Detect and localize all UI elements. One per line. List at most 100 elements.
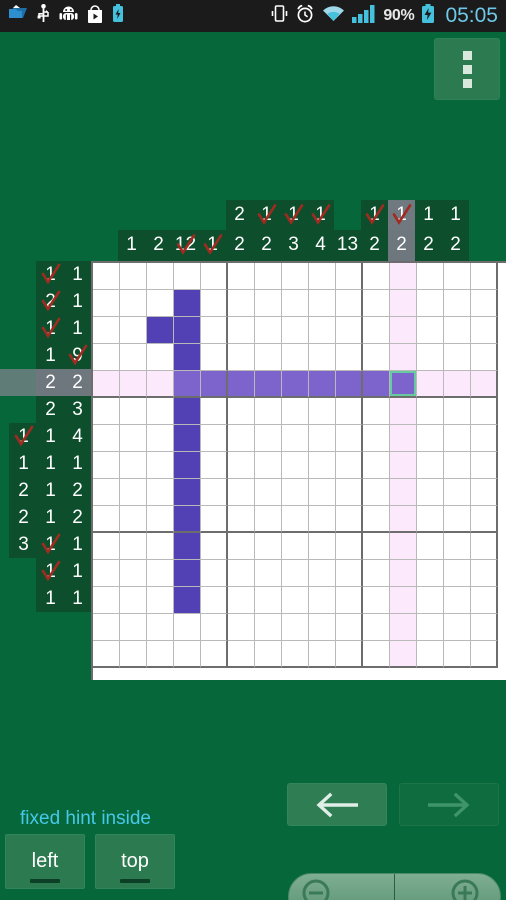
grid-cell[interactable] [417, 263, 444, 290]
grid-cell[interactable] [282, 587, 309, 614]
grid-cell[interactable] [147, 344, 174, 371]
grid-cell[interactable] [93, 560, 120, 587]
grid-cell[interactable] [390, 506, 417, 533]
grid-cell[interactable] [444, 533, 471, 560]
grid-cell[interactable] [336, 587, 363, 614]
grid-cell[interactable] [120, 452, 147, 479]
grid-cell[interactable] [255, 614, 282, 641]
grid-cell[interactable] [417, 452, 444, 479]
grid-cell[interactable] [309, 479, 336, 506]
grid-cell[interactable] [174, 263, 201, 290]
grid-cell[interactable] [417, 344, 444, 371]
grid-cell[interactable] [336, 371, 363, 398]
grid-cell[interactable] [417, 290, 444, 317]
grid-cell[interactable] [147, 587, 174, 614]
grid-cell[interactable] [471, 533, 498, 560]
row-hint[interactable]: 22 [0, 369, 91, 396]
grid-cell[interactable] [390, 641, 417, 668]
grid-cell[interactable] [201, 614, 228, 641]
grid-cell[interactable] [174, 425, 201, 452]
grid-cell[interactable] [390, 317, 417, 344]
nonogram-grid[interactable] [91, 261, 506, 680]
column-hint[interactable]: 12 [361, 200, 388, 261]
grid-cell[interactable] [120, 479, 147, 506]
grid-cell[interactable] [228, 317, 255, 344]
grid-cell[interactable] [228, 263, 255, 290]
grid-cell[interactable] [309, 263, 336, 290]
grid-cell[interactable] [417, 425, 444, 452]
grid-cell[interactable] [93, 263, 120, 290]
grid-cell[interactable] [255, 317, 282, 344]
row-hint[interactable]: 111 [0, 450, 91, 477]
grid-cell[interactable] [255, 263, 282, 290]
grid-cell[interactable] [282, 506, 309, 533]
column-hint[interactable]: 1 [199, 200, 226, 261]
row-hint[interactable]: 21 [0, 288, 91, 315]
grid-cell[interactable] [120, 614, 147, 641]
grid-cell[interactable] [444, 587, 471, 614]
grid-cell[interactable] [336, 263, 363, 290]
grid-cell[interactable] [255, 425, 282, 452]
next-button[interactable] [399, 783, 499, 826]
grid-cell[interactable] [363, 641, 390, 668]
grid-cell[interactable] [309, 452, 336, 479]
grid-cell[interactable] [390, 344, 417, 371]
grid-cell[interactable] [228, 398, 255, 425]
grid-cell[interactable] [282, 398, 309, 425]
grid-cell[interactable] [174, 614, 201, 641]
grid-cell[interactable] [174, 344, 201, 371]
grid-cell[interactable] [363, 560, 390, 587]
grid-cell[interactable] [201, 479, 228, 506]
grid-cell[interactable] [390, 290, 417, 317]
row-hint[interactable]: 212 [0, 504, 91, 531]
grid-cell[interactable] [390, 371, 417, 398]
grid-cell[interactable] [363, 587, 390, 614]
grid-cell[interactable] [201, 641, 228, 668]
grid-cell[interactable] [363, 614, 390, 641]
grid-cell[interactable] [336, 290, 363, 317]
grid-cell[interactable] [309, 560, 336, 587]
grid-cell[interactable] [255, 506, 282, 533]
grid-cell[interactable] [363, 398, 390, 425]
grid-cell[interactable] [147, 452, 174, 479]
grid-cell[interactable] [471, 290, 498, 317]
grid-cell[interactable] [147, 398, 174, 425]
nonogram-puzzle[interactable]: 1 2 12 1 2 2 1 2 1 3 1 4 13 1 2 1 2 1 2 1 2 1121111922231141… [0, 32, 506, 692]
grid-cell[interactable] [390, 452, 417, 479]
grid-cell[interactable] [471, 560, 498, 587]
grid-cell[interactable] [201, 425, 228, 452]
column-hints[interactable]: 1 2 12 1 2 2 1 2 1 3 1 4 13 1 2 1 2 1 2 1 2 [91, 200, 506, 261]
grid-cell[interactable] [282, 317, 309, 344]
grid-cell[interactable] [390, 398, 417, 425]
grid-cell[interactable] [174, 371, 201, 398]
grid-cell[interactable] [282, 344, 309, 371]
grid-cell[interactable] [471, 263, 498, 290]
row-hint[interactable]: 19 [0, 342, 91, 369]
grid-cell[interactable] [336, 533, 363, 560]
grid-cell[interactable] [147, 263, 174, 290]
grid-cell[interactable] [417, 317, 444, 344]
grid-cell[interactable] [417, 641, 444, 668]
grid-cell[interactable] [417, 371, 444, 398]
grid-cell[interactable] [336, 452, 363, 479]
grid-cell[interactable] [282, 425, 309, 452]
grid-cell[interactable] [363, 344, 390, 371]
grid-cell[interactable] [201, 587, 228, 614]
grid-cell[interactable] [282, 479, 309, 506]
grid-cell[interactable] [336, 506, 363, 533]
grid-cell[interactable] [147, 479, 174, 506]
column-hint[interactable]: 12 [415, 200, 442, 261]
grid-cell[interactable] [444, 452, 471, 479]
grid-cell[interactable] [471, 344, 498, 371]
grid-cell[interactable] [255, 452, 282, 479]
grid-cell[interactable] [120, 398, 147, 425]
grid-cell[interactable] [120, 506, 147, 533]
grid-cell[interactable] [147, 317, 174, 344]
grid-cell[interactable] [93, 344, 120, 371]
grid-cell[interactable] [309, 317, 336, 344]
grid-cell[interactable] [417, 614, 444, 641]
grid-cell[interactable] [471, 641, 498, 668]
grid-cell[interactable] [255, 641, 282, 668]
grid-cell[interactable] [363, 479, 390, 506]
grid-cell[interactable] [417, 398, 444, 425]
